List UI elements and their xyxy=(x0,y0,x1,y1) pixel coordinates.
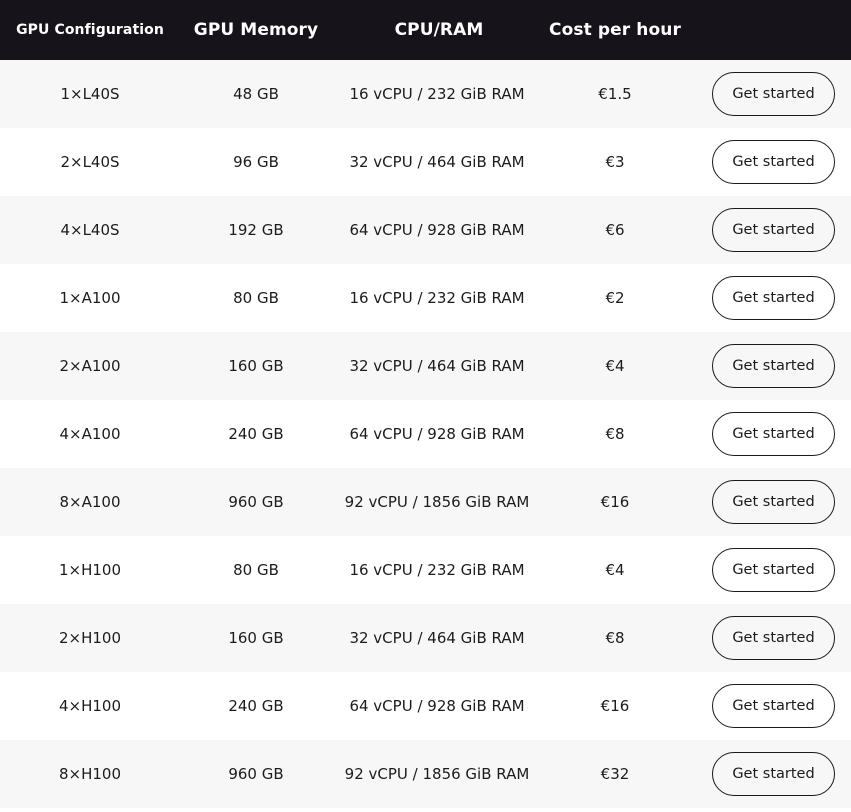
header-gpu-memory: GPU Memory xyxy=(193,20,319,40)
get-started-button[interactable]: Get started xyxy=(712,412,835,456)
table-row: 2×A100 160 GB 32 vCPU / 464 GiB RAM €4 G… xyxy=(0,332,851,400)
table-row: 4×A100 240 GB 64 vCPU / 928 GiB RAM €8 G… xyxy=(0,400,851,468)
cell-cost-per-hour: €3 xyxy=(605,153,625,171)
cell-gpu-memory: 960 GB xyxy=(228,493,284,511)
cell-gpu-configuration: 1×H100 xyxy=(58,561,122,579)
cell-cost-per-hour: €16 xyxy=(600,697,630,715)
header-cpu-ram: CPU/RAM xyxy=(394,20,484,40)
table-row: 4×H100 240 GB 64 vCPU / 928 GiB RAM €16 … xyxy=(0,672,851,740)
cell-cost-per-hour: €1.5 xyxy=(598,85,632,103)
gpu-pricing-table: GPU Configuration GPU Memory CPU/RAM Cos… xyxy=(0,0,851,812)
cell-gpu-configuration: 1×L40S xyxy=(60,85,120,103)
cell-gpu-memory: 240 GB xyxy=(228,697,284,715)
cell-action: Get started xyxy=(688,72,851,116)
cell-gpu-configuration: 2×A100 xyxy=(59,357,121,375)
cell-gpu-configuration: 2×L40S xyxy=(60,153,120,171)
cell-cost-per-hour: €2 xyxy=(605,289,625,307)
get-started-button[interactable]: Get started xyxy=(712,344,835,388)
cell-cost-per-hour: €8 xyxy=(605,425,625,443)
cell-gpu-configuration: 1×A100 xyxy=(59,289,121,307)
table-row: 1×H100 80 GB 16 vCPU / 232 GiB RAM €4 Ge… xyxy=(0,536,851,604)
header-cost-per-hour: Cost per hour xyxy=(549,20,681,40)
cell-gpu-memory: 48 GB xyxy=(233,85,279,103)
table-row: 1×A100 80 GB 16 vCPU / 232 GiB RAM €2 Ge… xyxy=(0,264,851,332)
cell-gpu-memory: 80 GB xyxy=(233,561,279,579)
get-started-button[interactable]: Get started xyxy=(712,616,835,660)
cell-gpu-memory: 160 GB xyxy=(228,357,284,375)
cell-action: Get started xyxy=(688,616,851,660)
cell-cost-per-hour: €4 xyxy=(605,357,625,375)
cell-action: Get started xyxy=(688,480,851,524)
cell-action: Get started xyxy=(688,412,851,456)
cell-action: Get started xyxy=(688,344,851,388)
table-header: GPU Configuration GPU Memory CPU/RAM Cos… xyxy=(0,0,851,60)
cell-cost-per-hour: €16 xyxy=(600,493,630,511)
cell-cpu-ram: 92 vCPU / 1856 GiB RAM xyxy=(344,493,530,511)
cell-cpu-ram: 16 vCPU / 232 GiB RAM xyxy=(349,561,525,579)
cell-gpu-configuration: 4×H100 xyxy=(58,697,122,715)
cell-cpu-ram: 64 vCPU / 928 GiB RAM xyxy=(349,221,525,239)
get-started-button[interactable]: Get started xyxy=(712,72,835,116)
cell-cpu-ram: 64 vCPU / 928 GiB RAM xyxy=(349,697,525,715)
cell-cpu-ram: 32 vCPU / 464 GiB RAM xyxy=(349,153,525,171)
cell-gpu-configuration: 4×L40S xyxy=(60,221,120,239)
table-row: 2×L40S 96 GB 32 vCPU / 464 GiB RAM €3 Ge… xyxy=(0,128,851,196)
cell-cost-per-hour: €32 xyxy=(600,765,630,783)
cell-cpu-ram: 92 vCPU / 1856 GiB RAM xyxy=(344,765,530,783)
get-started-button[interactable]: Get started xyxy=(712,276,835,320)
table-row: 1×L40S 48 GB 16 vCPU / 232 GiB RAM €1.5 … xyxy=(0,60,851,128)
cell-action: Get started xyxy=(688,548,851,592)
cell-cpu-ram: 16 vCPU / 232 GiB RAM xyxy=(349,85,525,103)
cell-action: Get started xyxy=(688,276,851,320)
cell-action: Get started xyxy=(688,752,851,796)
cell-gpu-memory: 960 GB xyxy=(228,765,284,783)
get-started-button[interactable]: Get started xyxy=(712,548,835,592)
cell-gpu-memory: 160 GB xyxy=(228,629,284,647)
cell-gpu-memory: 96 GB xyxy=(233,153,279,171)
get-started-button[interactable]: Get started xyxy=(712,752,835,796)
cell-gpu-configuration: 8×A100 xyxy=(59,493,121,511)
cell-action: Get started xyxy=(688,140,851,184)
table-row: 4×L40S 192 GB 64 vCPU / 928 GiB RAM €6 G… xyxy=(0,196,851,264)
cell-cost-per-hour: €6 xyxy=(605,221,625,239)
get-started-button[interactable]: Get started xyxy=(712,684,835,728)
cell-cost-per-hour: €8 xyxy=(605,629,625,647)
cell-action: Get started xyxy=(688,208,851,252)
cell-action: Get started xyxy=(688,684,851,728)
cell-cpu-ram: 16 vCPU / 232 GiB RAM xyxy=(349,289,525,307)
get-started-button[interactable]: Get started xyxy=(712,480,835,524)
cell-gpu-configuration: 8×H100 xyxy=(58,765,122,783)
header-gpu-configuration: GPU Configuration xyxy=(16,22,164,38)
cell-gpu-configuration: 4×A100 xyxy=(59,425,121,443)
get-started-button[interactable]: Get started xyxy=(712,140,835,184)
cell-gpu-configuration: 2×H100 xyxy=(58,629,122,647)
cell-gpu-memory: 192 GB xyxy=(228,221,284,239)
cell-gpu-memory: 80 GB xyxy=(233,289,279,307)
table-row: 2×H100 160 GB 32 vCPU / 464 GiB RAM €8 G… xyxy=(0,604,851,672)
table-row: 8×A100 960 GB 92 vCPU / 1856 GiB RAM €16… xyxy=(0,468,851,536)
table-row: 8×H100 960 GB 92 vCPU / 1856 GiB RAM €32… xyxy=(0,740,851,808)
get-started-button[interactable]: Get started xyxy=(712,208,835,252)
cell-cpu-ram: 32 vCPU / 464 GiB RAM xyxy=(349,357,525,375)
table-body: 1×L40S 48 GB 16 vCPU / 232 GiB RAM €1.5 … xyxy=(0,60,851,808)
cell-cpu-ram: 64 vCPU / 928 GiB RAM xyxy=(349,425,525,443)
cell-cpu-ram: 32 vCPU / 464 GiB RAM xyxy=(349,629,525,647)
cell-cost-per-hour: €4 xyxy=(605,561,625,579)
cell-gpu-memory: 240 GB xyxy=(228,425,284,443)
